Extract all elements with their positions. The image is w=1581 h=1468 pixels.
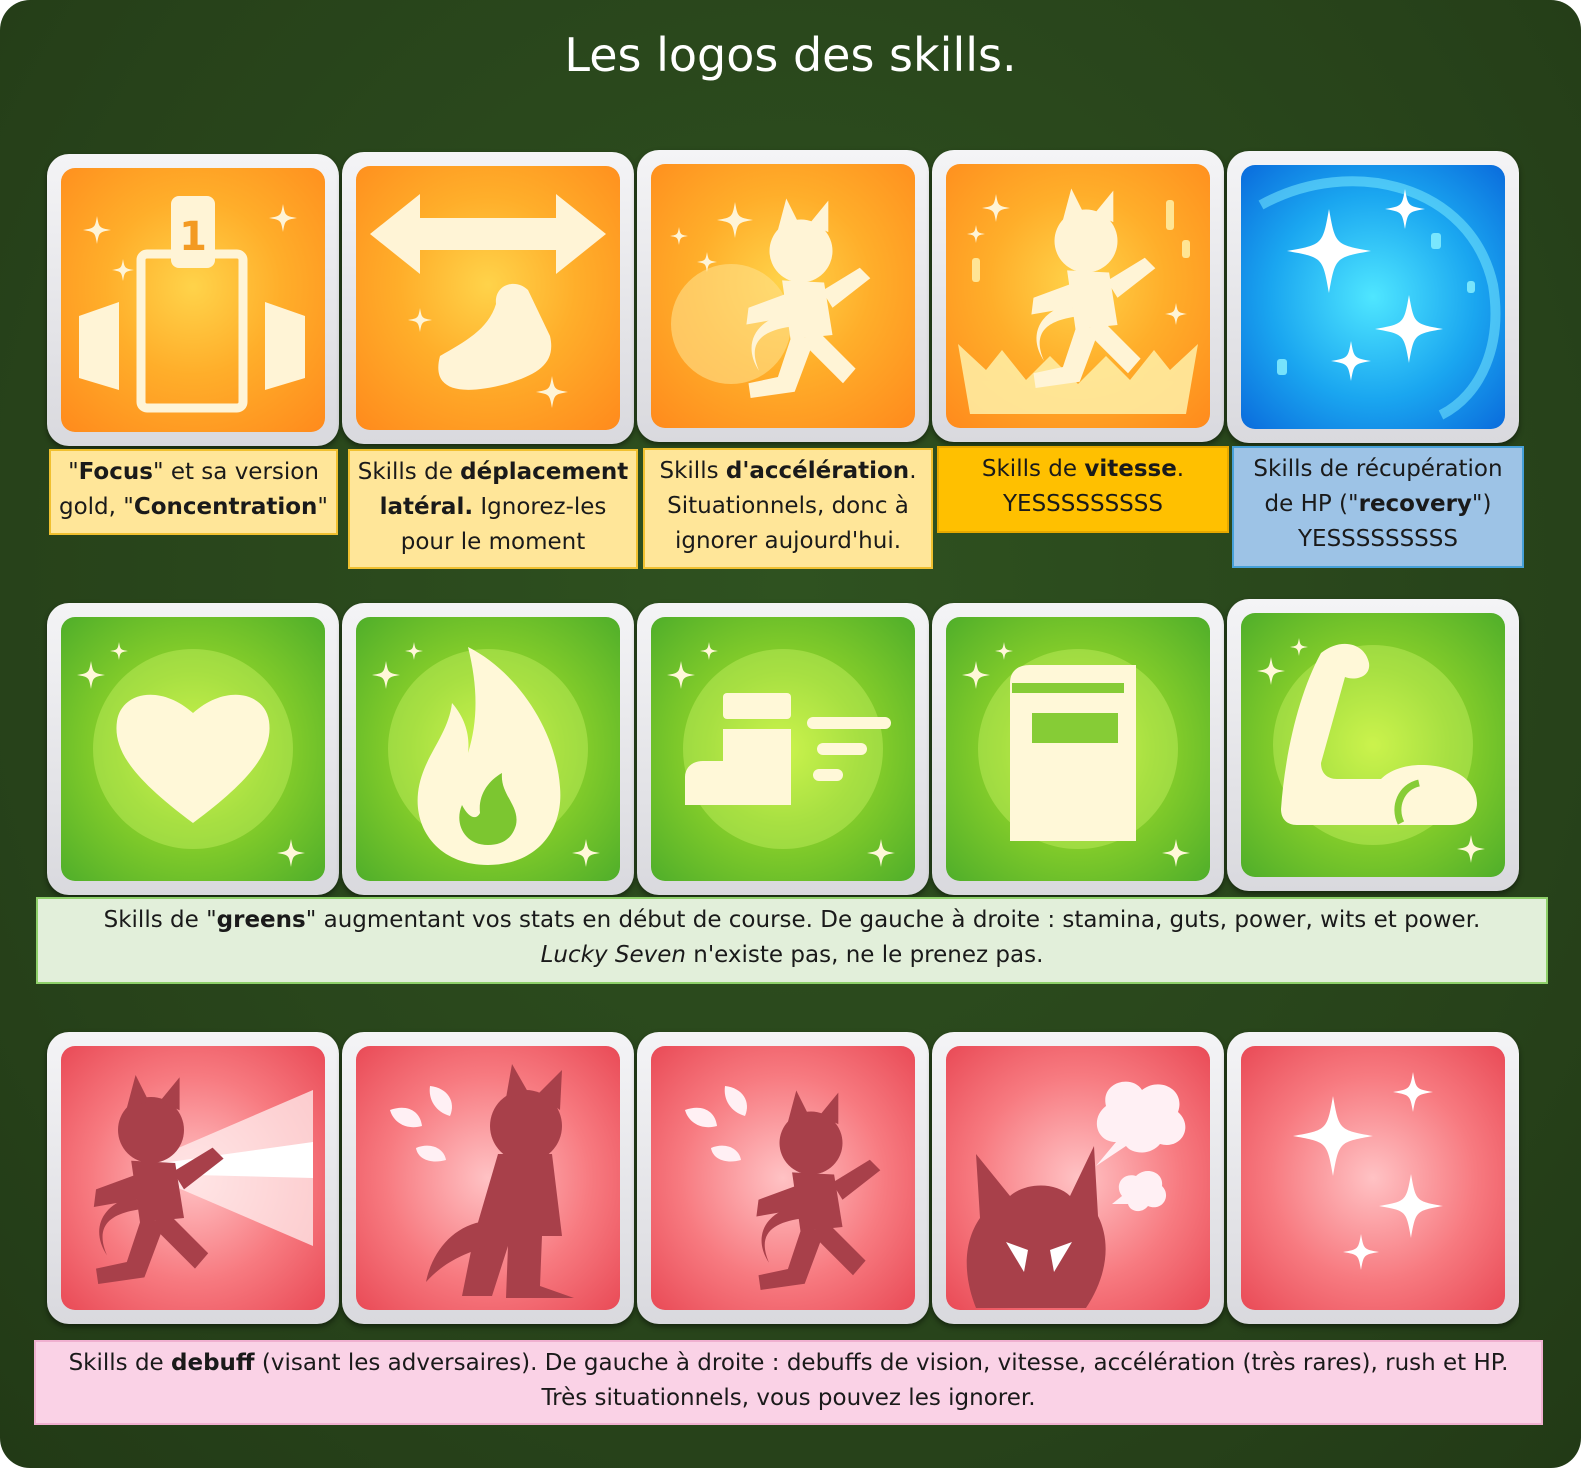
vision-debuff-icon: [93, 1075, 313, 1284]
hp-debuff-icon: [1293, 1072, 1443, 1270]
caption-focus: "Focus" et sa version gold, "Concentrati…: [49, 449, 338, 535]
recovery-tile: [1227, 151, 1519, 443]
book-icon: [962, 642, 1190, 867]
lateral-move-tile: [342, 152, 634, 444]
caption-speed: Skills de vitesse. YESSSSSSSSS: [937, 446, 1229, 533]
stamina-tile: [47, 603, 339, 895]
speed-debuff-icon: [390, 1064, 574, 1298]
lateral-move-icon: [370, 194, 606, 408]
page-title: Les logos des skills.: [564, 28, 1017, 82]
skills-panel: Les logos des skills. 1 "Focus" et sa ve…: [0, 0, 1581, 1468]
power-alt-tile: [1227, 599, 1519, 891]
power-tile: [637, 603, 929, 895]
boot-icon: [667, 642, 895, 867]
caption-greens: Skills de "greens" augmentant vos stats …: [36, 897, 1548, 984]
focus-tile: 1: [47, 154, 339, 446]
svg-text:1: 1: [179, 214, 207, 260]
focus-icon: 1: [79, 196, 305, 413]
speed-icon: [958, 188, 1198, 414]
hp-debuff-tile: [1227, 1032, 1519, 1324]
acceleration-tile: [637, 150, 929, 442]
guts-tile: [342, 603, 634, 895]
flame-icon: [372, 642, 600, 867]
acceleration-debuff-tile: [637, 1032, 929, 1324]
recovery-icon: [1258, 176, 1501, 420]
acceleration-icon: [670, 198, 871, 398]
heart-icon: [77, 642, 305, 867]
rush-debuff-icon: [966, 1081, 1186, 1308]
rush-debuff-tile: [932, 1032, 1224, 1324]
caption-debuffs: Skills de debuff (visant les adversaires…: [34, 1340, 1543, 1425]
caption-acceleration: Skills d'accélération. Situationnels, do…: [643, 448, 933, 569]
wits-tile: [932, 603, 1224, 895]
speed-tile: [932, 150, 1224, 442]
vision-debuff-tile: [47, 1032, 339, 1324]
muscle-arm-icon: [1257, 638, 1485, 863]
caption-recovery: Skills de récupération de HP ("recovery"…: [1232, 446, 1524, 568]
caption-lateral-move: Skills de déplacement latéral. Ignorez-l…: [348, 449, 638, 569]
speed-debuff-tile: [342, 1032, 634, 1324]
acceleration-debuff-icon: [685, 1086, 881, 1290]
